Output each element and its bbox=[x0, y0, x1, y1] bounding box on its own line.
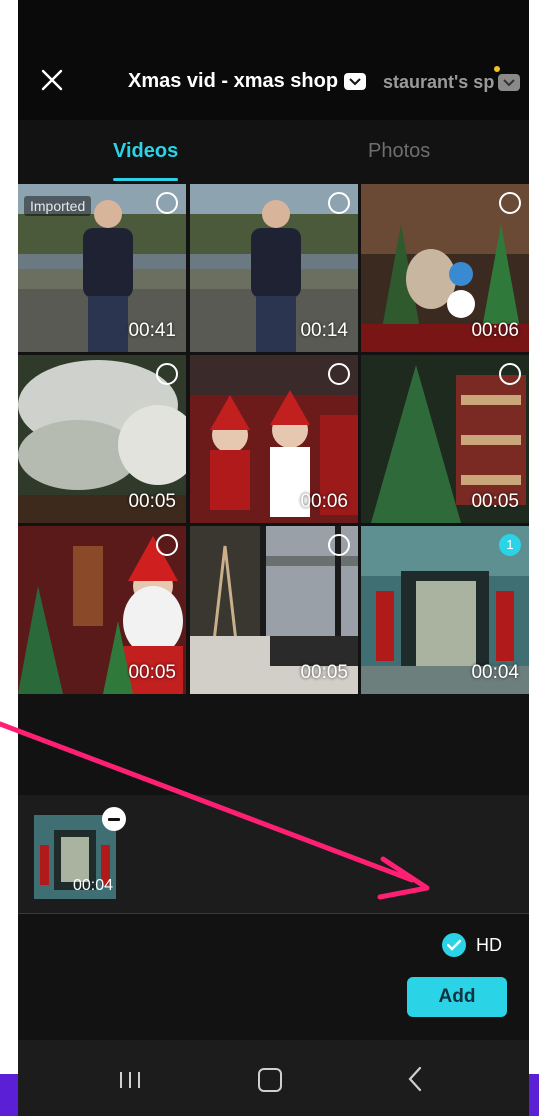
selection-order-badge[interactable]: 1 bbox=[499, 534, 521, 556]
video-tile[interactable]: 00:14 bbox=[190, 184, 358, 352]
video-tile[interactable]: 00:05 bbox=[361, 355, 529, 523]
select-circle[interactable] bbox=[328, 363, 350, 385]
imported-badge: Imported bbox=[24, 196, 92, 216]
video-duration: 00:05 bbox=[300, 662, 348, 683]
selected-tray: 00:04 bbox=[18, 795, 529, 913]
hd-toggle[interactable]: HD bbox=[442, 933, 502, 957]
select-circle[interactable] bbox=[156, 363, 178, 385]
video-duration: 00:06 bbox=[300, 491, 348, 512]
video-duration: 00:05 bbox=[128, 491, 176, 512]
notification-dot bbox=[494, 66, 500, 72]
video-duration: 00:14 bbox=[300, 320, 348, 341]
select-circle[interactable] bbox=[328, 534, 350, 556]
video-tile[interactable]: Imported 00:41 bbox=[18, 184, 186, 352]
video-tile[interactable]: 00:05 bbox=[190, 526, 358, 694]
video-duration: 00:41 bbox=[128, 320, 176, 341]
album-title: Xmas vid - xmas shop bbox=[128, 70, 339, 92]
select-circle[interactable] bbox=[156, 192, 178, 214]
selected-clip[interactable]: 00:04 bbox=[34, 815, 116, 899]
remove-icon[interactable] bbox=[102, 807, 126, 831]
video-duration: 00:05 bbox=[471, 491, 519, 512]
next-album-selector[interactable]: staurant's sp bbox=[383, 72, 529, 93]
phone-screen: Xmas vid - xmas shop staurant's sp Video… bbox=[18, 0, 529, 1116]
album-selector[interactable]: Xmas vid - xmas shop bbox=[128, 70, 367, 93]
selected-clip-duration: 00:04 bbox=[72, 877, 113, 894]
back-icon[interactable] bbox=[407, 1066, 423, 1092]
check-icon bbox=[442, 933, 466, 957]
add-button[interactable]: Add bbox=[407, 977, 507, 1017]
video-duration: 00:04 bbox=[471, 662, 519, 683]
chevron-down-icon bbox=[344, 73, 367, 90]
video-duration: 00:06 bbox=[471, 320, 519, 341]
video-tile[interactable]: 00:05 bbox=[18, 526, 186, 694]
select-circle[interactable] bbox=[156, 534, 178, 556]
next-album-title: staurant's sp bbox=[383, 72, 495, 92]
select-circle[interactable] bbox=[499, 192, 521, 214]
video-tile-selected[interactable]: 1 00:04 bbox=[361, 526, 529, 694]
select-circle[interactable] bbox=[499, 363, 521, 385]
video-tile[interactable]: 00:06 bbox=[361, 184, 529, 352]
tab-photos[interactable]: Photos bbox=[368, 140, 430, 163]
video-tile[interactable]: 00:06 bbox=[190, 355, 358, 523]
system-nav-bar bbox=[18, 1040, 529, 1116]
chevron-down-icon bbox=[498, 74, 521, 91]
hd-label: HD bbox=[476, 934, 502, 955]
divider bbox=[18, 913, 529, 914]
recent-apps-icon[interactable] bbox=[119, 1070, 141, 1090]
top-bar: Xmas vid - xmas shop staurant's sp bbox=[18, 0, 529, 120]
video-tile[interactable]: 00:05 bbox=[18, 355, 186, 523]
select-circle[interactable] bbox=[328, 192, 350, 214]
media-tabs: Videos Photos bbox=[18, 120, 529, 184]
active-tab-indicator bbox=[113, 178, 178, 181]
video-grid: Imported 00:41 00:14 00:06 00:05 00:06 0… bbox=[18, 184, 529, 694]
tab-videos[interactable]: Videos bbox=[113, 140, 178, 163]
video-duration: 00:05 bbox=[128, 662, 176, 683]
close-icon[interactable] bbox=[40, 68, 64, 92]
home-icon[interactable] bbox=[258, 1068, 282, 1092]
